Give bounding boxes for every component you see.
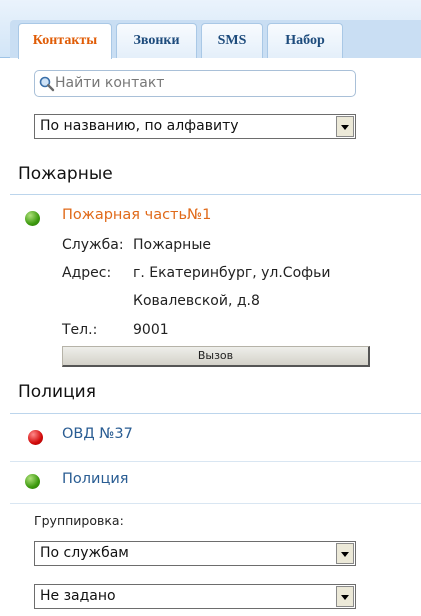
contact-name-fire-station[interactable]: Пожарная часть№1 — [62, 207, 211, 223]
service-label: Служба: — [62, 237, 124, 253]
tab-calls[interactable]: Звонки — [116, 23, 197, 58]
phone-value: 9001 — [133, 322, 169, 338]
divider — [10, 503, 421, 504]
tab-dial[interactable]: Набор — [267, 23, 343, 58]
status-online-icon — [25, 474, 40, 489]
address-line-1: г. Екатеринбург, ул.Софьи — [133, 265, 331, 281]
status-online-icon — [25, 211, 40, 226]
filter-select[interactable]: Не задано — [34, 584, 356, 609]
grouping-select-value: По службам — [40, 545, 129, 561]
divider — [10, 461, 421, 462]
chevron-down-icon[interactable] — [336, 586, 354, 607]
group-title-police: Полиция — [18, 382, 96, 402]
sort-select-value: По названию, по алфавиту — [40, 118, 239, 134]
divider — [10, 194, 421, 195]
filter-select-value: Не задано — [40, 588, 116, 604]
call-button[interactable]: Вызов — [62, 346, 370, 367]
grouping-select[interactable]: По службам — [34, 541, 356, 566]
grouping-label: Группировка: — [34, 513, 124, 528]
address-label: Адрес: — [62, 265, 112, 281]
contact-name-police[interactable]: Полиция — [62, 471, 128, 487]
sort-select[interactable]: По названию, по алфавиту — [34, 114, 356, 139]
phone-label: Тел.: — [62, 322, 98, 338]
address-line-2: Ковалевской, д.8 — [133, 293, 260, 309]
search-placeholder: Найти контакт — [55, 75, 165, 91]
tab-bar: Контакты Звонки SMS Набор — [0, 0, 421, 59]
chevron-down-icon[interactable] — [336, 116, 354, 137]
group-title-fire: Пожарные — [18, 164, 113, 184]
contact-name-ovd-37[interactable]: ОВД №37 — [62, 426, 133, 442]
service-value: Пожарные — [133, 237, 211, 253]
chevron-down-icon[interactable] — [336, 543, 354, 564]
status-offline-icon — [28, 430, 43, 445]
magnifier-icon — [39, 76, 55, 92]
tab-sms[interactable]: SMS — [201, 23, 263, 58]
divider — [10, 413, 421, 414]
search-input[interactable]: Найти контакт — [34, 70, 356, 97]
tab-contacts[interactable]: Контакты — [18, 23, 112, 59]
